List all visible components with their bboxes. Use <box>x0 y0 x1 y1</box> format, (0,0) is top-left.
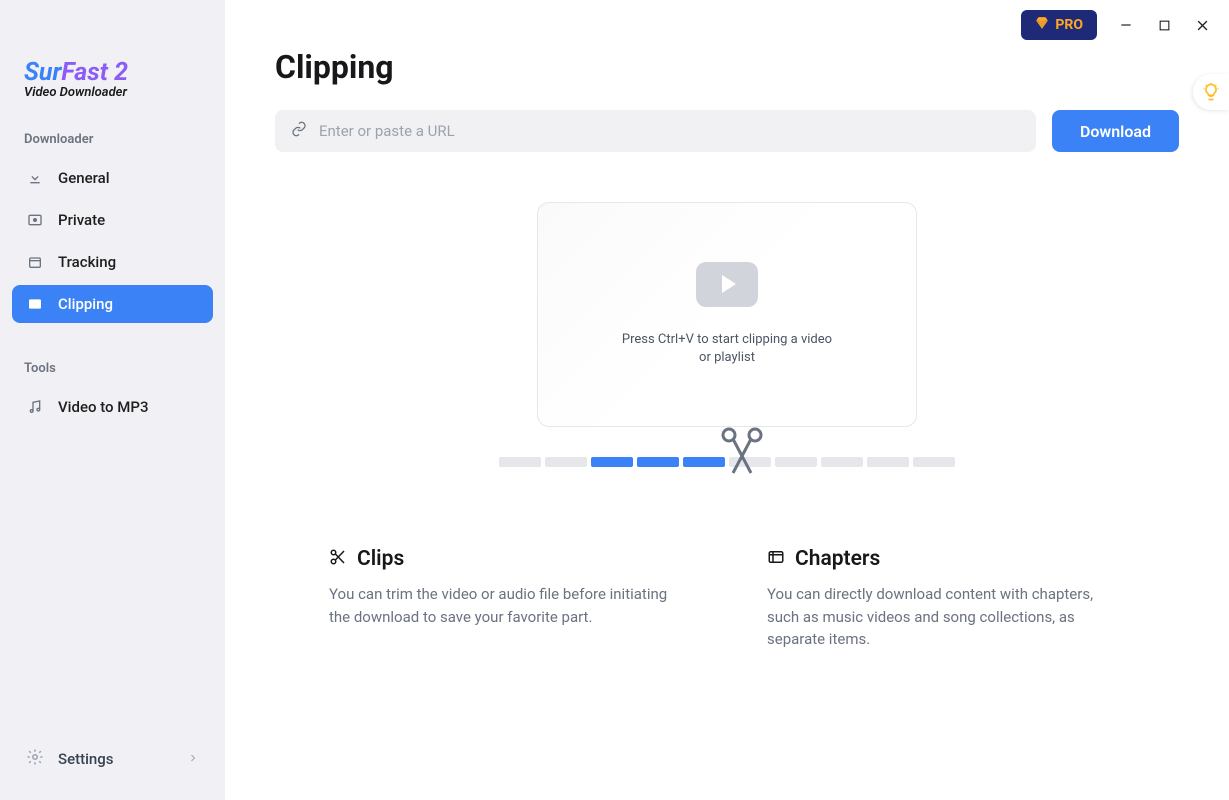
url-input-wrapper[interactable] <box>275 110 1036 152</box>
feature-clips: Clips You can trim the video or audio fi… <box>329 547 687 651</box>
hint-text: Press Ctrl+V to start clipping a video o… <box>622 331 832 367</box>
sidebar-item-label: Tracking <box>58 253 116 271</box>
logo-subtitle: Video Downloader <box>24 85 201 100</box>
diamond-icon <box>1035 16 1049 34</box>
main-content: PRO Clipping Download <box>225 0 1229 800</box>
gear-icon <box>26 748 44 770</box>
sidebar-item-label: General <box>58 169 110 187</box>
clipping-icon <box>26 295 44 313</box>
scissors-small-icon <box>329 548 347 570</box>
download-arrow-icon <box>26 169 44 187</box>
settings-label: Settings <box>58 750 114 768</box>
feature-chapters-title: Chapters <box>795 547 880 571</box>
video-placeholder: Press Ctrl+V to start clipping a video o… <box>537 202 917 427</box>
url-input[interactable] <box>319 122 1020 140</box>
feature-clips-title: Clips <box>357 547 404 571</box>
chevron-right-icon <box>187 750 199 768</box>
titlebar: PRO <box>1021 10 1211 40</box>
sidebar-item-private[interactable]: Private <box>12 201 213 239</box>
tracking-icon <box>26 253 44 271</box>
timeline-illustration <box>499 457 955 467</box>
app-logo: SurFast 2 Video Downloader <box>12 18 213 100</box>
feature-clips-desc: You can trim the video or audio file bef… <box>329 583 687 628</box>
logo-part2: Fast <box>61 58 108 87</box>
pro-badge[interactable]: PRO <box>1021 10 1097 40</box>
minimize-button[interactable] <box>1117 16 1135 34</box>
feature-chapters: Chapters You can directly download conte… <box>767 547 1125 651</box>
section-tools-label: Tools <box>12 357 213 380</box>
sidebar-item-label: Private <box>58 211 105 229</box>
empty-state: Press Ctrl+V to start clipping a video o… <box>275 202 1179 467</box>
sidebar: SurFast 2 Video Downloader Downloader Ge… <box>0 0 225 800</box>
lightbulb-icon <box>1201 82 1221 102</box>
private-icon <box>26 211 44 229</box>
features-row: Clips You can trim the video or audio fi… <box>275 547 1179 651</box>
music-note-icon <box>26 398 44 416</box>
sidebar-item-label: Video to MP3 <box>58 398 149 416</box>
close-button[interactable] <box>1193 16 1211 34</box>
play-icon <box>696 262 758 307</box>
url-row: Download <box>275 110 1179 152</box>
sidebar-item-settings[interactable]: Settings <box>12 738 213 780</box>
sidebar-item-video-to-mp3[interactable]: Video to MP3 <box>12 388 213 426</box>
page-title: Clipping <box>275 48 1179 86</box>
maximize-button[interactable] <box>1155 16 1173 34</box>
sidebar-item-general[interactable]: General <box>12 159 213 197</box>
tips-button[interactable] <box>1193 74 1229 110</box>
pro-label: PRO <box>1055 17 1083 33</box>
link-icon <box>291 121 307 141</box>
sidebar-item-tracking[interactable]: Tracking <box>12 243 213 281</box>
download-button[interactable]: Download <box>1052 110 1179 152</box>
scissors-icon <box>717 425 767 489</box>
logo-part3: 2 <box>108 58 128 87</box>
feature-chapters-desc: You can directly download content with c… <box>767 583 1125 651</box>
section-downloader-label: Downloader <box>12 128 213 151</box>
chapters-icon <box>767 548 785 570</box>
sidebar-item-label: Clipping <box>58 295 113 313</box>
sidebar-item-clipping[interactable]: Clipping <box>12 285 213 323</box>
logo-part1: Sur <box>24 58 61 87</box>
